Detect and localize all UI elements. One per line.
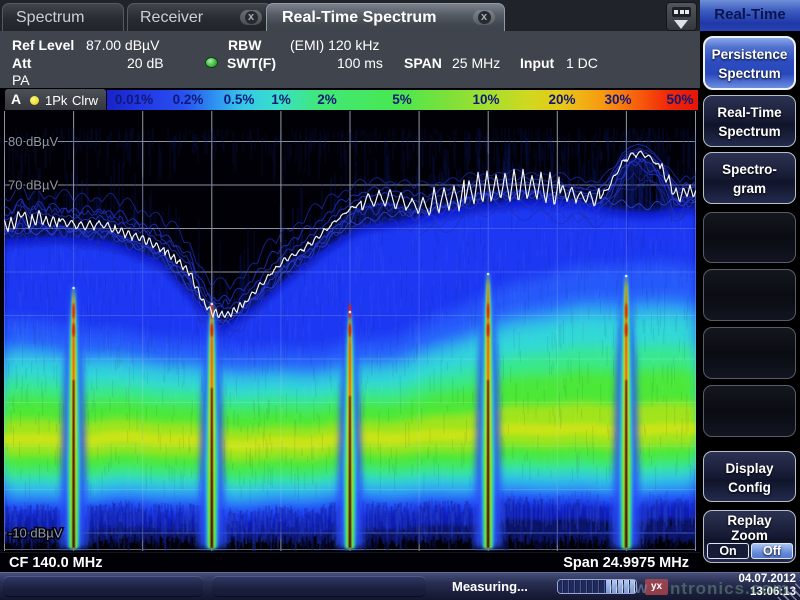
svg-text:-10 dBµV: -10 dBµV — [8, 526, 63, 541]
svg-text:80 dBµV: 80 dBµV — [8, 134, 58, 149]
svg-text:70 dBµV: 70 dBµV — [8, 178, 58, 193]
